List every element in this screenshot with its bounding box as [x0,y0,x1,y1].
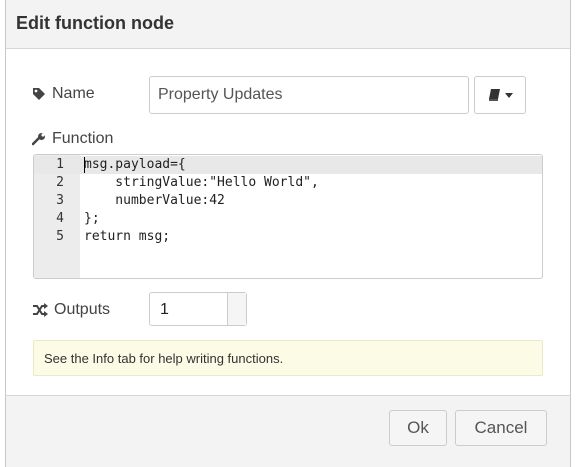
name-label: Name [52,85,95,102]
outputs-spinner[interactable]: 1 [149,292,247,326]
cancel-button[interactable]: Cancel [455,410,547,446]
help-tip-text: See the Info tab for help writing functi… [44,351,284,366]
name-input[interactable] [149,76,469,114]
random-icon [32,303,48,317]
text-cursor [84,157,85,173]
dialog-footer: Ok Cancel [6,395,570,467]
line-number: 1 [56,157,64,172]
line-number: 3 [56,193,64,208]
help-tip: See the Info tab for help writing functi… [33,340,543,376]
code-text: numberValue:42 [84,193,225,208]
tag-icon [32,87,46,101]
dialog-titlebar: Edit function node [6,0,570,49]
code-text: }; [84,211,100,226]
spinner-arrows[interactable] [227,293,246,325]
outputs-label-row: Outputs [32,301,110,319]
outputs-label: Outputs [54,301,111,318]
line-number: 5 [56,229,64,244]
wrench-icon [32,132,46,146]
code-editor[interactable]: 1 msg.payload={ 2 stringValue:"Hello Wor… [33,154,543,279]
caret-down-icon [504,92,513,98]
line-number: 4 [56,211,64,226]
name-label-row: Name [32,85,95,103]
line-number: 2 [56,175,64,190]
outputs-value: 1 [160,301,169,318]
code-text: msg.payload={ [84,157,186,172]
code-text: stringValue:"Hello World", [84,175,319,190]
edit-function-dialog: Edit function node Name Function 1 msg.p… [5,0,571,467]
ok-button[interactable]: Ok [389,410,447,446]
code-text: return msg; [84,229,171,244]
function-label-row: Function [32,130,113,148]
book-icon [488,89,501,101]
dialog-title: Edit function node [16,13,174,33]
library-button[interactable] [474,76,526,114]
function-label: Function [52,130,114,147]
